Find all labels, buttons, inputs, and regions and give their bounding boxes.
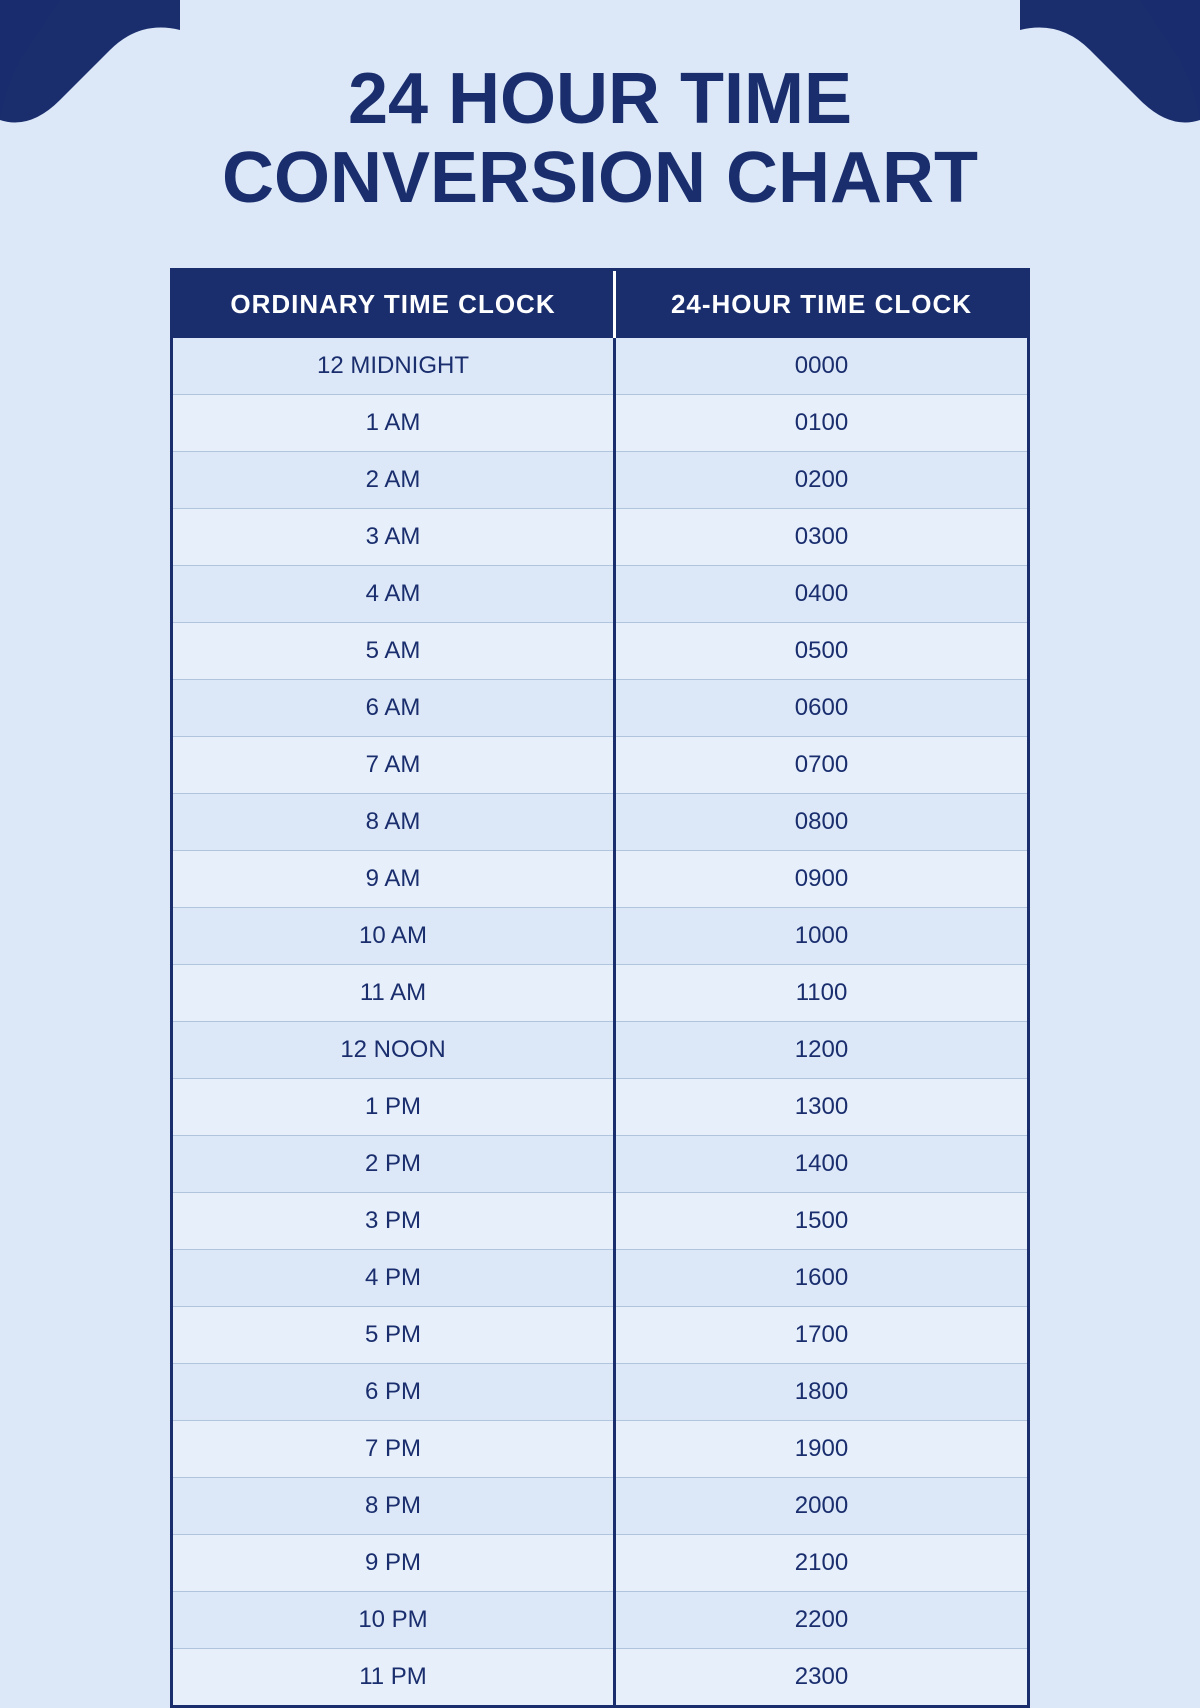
ordinary-time-cell: 4 AM: [173, 566, 615, 623]
conversion-table-container: ORDINARY TIME CLOCK 24-HOUR TIME CLOCK 1…: [170, 268, 1030, 1708]
ordinary-time-cell: 7 AM: [173, 737, 615, 794]
conversion-table: ORDINARY TIME CLOCK 24-HOUR TIME CLOCK 1…: [173, 271, 1027, 1705]
ordinary-time-cell: 7 PM: [173, 1421, 615, 1478]
title-line2: CONVERSION CHART: [222, 138, 978, 218]
military-time-cell: 1100: [615, 965, 1028, 1022]
military-time-cell: 1000: [615, 908, 1028, 965]
military-time-cell: 1800: [615, 1364, 1028, 1421]
ordinary-time-cell: 1 AM: [173, 395, 615, 452]
table-row: 1 PM1300: [173, 1079, 1027, 1136]
military-time-cell: 0900: [615, 851, 1028, 908]
table-row: 12 MIDNIGHT0000: [173, 338, 1027, 395]
title-line1: 24 HOUR TIME: [348, 59, 852, 139]
table-row: 12 NOON1200: [173, 1022, 1027, 1079]
military-time-cell: 2200: [615, 1592, 1028, 1649]
military-time-cell: 1700: [615, 1307, 1028, 1364]
table-row: 3 AM0300: [173, 509, 1027, 566]
military-time-cell: 0000: [615, 338, 1028, 395]
ordinary-time-cell: 2 AM: [173, 452, 615, 509]
page-title: 24 HOUR TIME CONVERSION CHART: [142, 60, 1058, 218]
table-row: 11 PM2300: [173, 1649, 1027, 1706]
table-row: 7 PM1900: [173, 1421, 1027, 1478]
military-time-cell: 1900: [615, 1421, 1028, 1478]
ordinary-time-cell: 3 PM: [173, 1193, 615, 1250]
table-row: 7 AM0700: [173, 737, 1027, 794]
military-time-cell: 0200: [615, 452, 1028, 509]
military-time-cell: 0100: [615, 395, 1028, 452]
table-row: 6 AM0600: [173, 680, 1027, 737]
ordinary-time-cell: 10 PM: [173, 1592, 615, 1649]
table-row: 9 AM0900: [173, 851, 1027, 908]
table-row: 9 PM2100: [173, 1535, 1027, 1592]
ordinary-time-cell: 8 PM: [173, 1478, 615, 1535]
military-time-cell: 1200: [615, 1022, 1028, 1079]
ordinary-time-cell: 3 AM: [173, 509, 615, 566]
table-row: 1 AM0100: [173, 395, 1027, 452]
ordinary-time-cell: 12 NOON: [173, 1022, 615, 1079]
ordinary-time-cell: 2 PM: [173, 1136, 615, 1193]
table-row: 5 PM1700: [173, 1307, 1027, 1364]
ordinary-time-cell: 5 PM: [173, 1307, 615, 1364]
ordinary-time-cell: 6 AM: [173, 680, 615, 737]
table-row: 10 AM1000: [173, 908, 1027, 965]
ordinary-time-cell: 9 AM: [173, 851, 615, 908]
table-row: 3 PM1500: [173, 1193, 1027, 1250]
ordinary-time-cell: 11 AM: [173, 965, 615, 1022]
military-time-cell: 0400: [615, 566, 1028, 623]
table-row: 2 PM1400: [173, 1136, 1027, 1193]
military-time-cell: 0800: [615, 794, 1028, 851]
table-row: 4 AM0400: [173, 566, 1027, 623]
table-header-row: ORDINARY TIME CLOCK 24-HOUR TIME CLOCK: [173, 271, 1027, 338]
ordinary-time-cell: 9 PM: [173, 1535, 615, 1592]
military-time-cell: 1500: [615, 1193, 1028, 1250]
military-time-cell: 0600: [615, 680, 1028, 737]
military-time-cell: 1400: [615, 1136, 1028, 1193]
table-row: 6 PM1800: [173, 1364, 1027, 1421]
ordinary-time-cell: 12 MIDNIGHT: [173, 338, 615, 395]
military-time-cell: 0500: [615, 623, 1028, 680]
table-row: 2 AM0200: [173, 452, 1027, 509]
table-row: 8 AM0800: [173, 794, 1027, 851]
military-time-cell: 0700: [615, 737, 1028, 794]
military-time-cell: 1300: [615, 1079, 1028, 1136]
table-body: 12 MIDNIGHT00001 AM01002 AM02003 AM03004…: [173, 338, 1027, 1705]
ordinary-time-cell: 5 AM: [173, 623, 615, 680]
ordinary-time-cell: 8 AM: [173, 794, 615, 851]
table-row: 11 AM1100: [173, 965, 1027, 1022]
table-row: 8 PM2000: [173, 1478, 1027, 1535]
table-row: 5 AM0500: [173, 623, 1027, 680]
military-time-cell: 2100: [615, 1535, 1028, 1592]
table-row: 4 PM1600: [173, 1250, 1027, 1307]
ordinary-time-cell: 6 PM: [173, 1364, 615, 1421]
ordinary-time-cell: 1 PM: [173, 1079, 615, 1136]
ordinary-time-cell: 10 AM: [173, 908, 615, 965]
table-row: 10 PM2200: [173, 1592, 1027, 1649]
ordinary-time-cell: 4 PM: [173, 1250, 615, 1307]
ordinary-time-cell: 11 PM: [173, 1649, 615, 1706]
header-military: 24-HOUR TIME CLOCK: [615, 271, 1028, 338]
military-time-cell: 0300: [615, 509, 1028, 566]
header-ordinary: ORDINARY TIME CLOCK: [173, 271, 615, 338]
military-time-cell: 2000: [615, 1478, 1028, 1535]
military-time-cell: 2300: [615, 1649, 1028, 1706]
page-container: 24 HOUR TIME CONVERSION CHART ORDINARY T…: [0, 0, 1200, 1708]
military-time-cell: 1600: [615, 1250, 1028, 1307]
